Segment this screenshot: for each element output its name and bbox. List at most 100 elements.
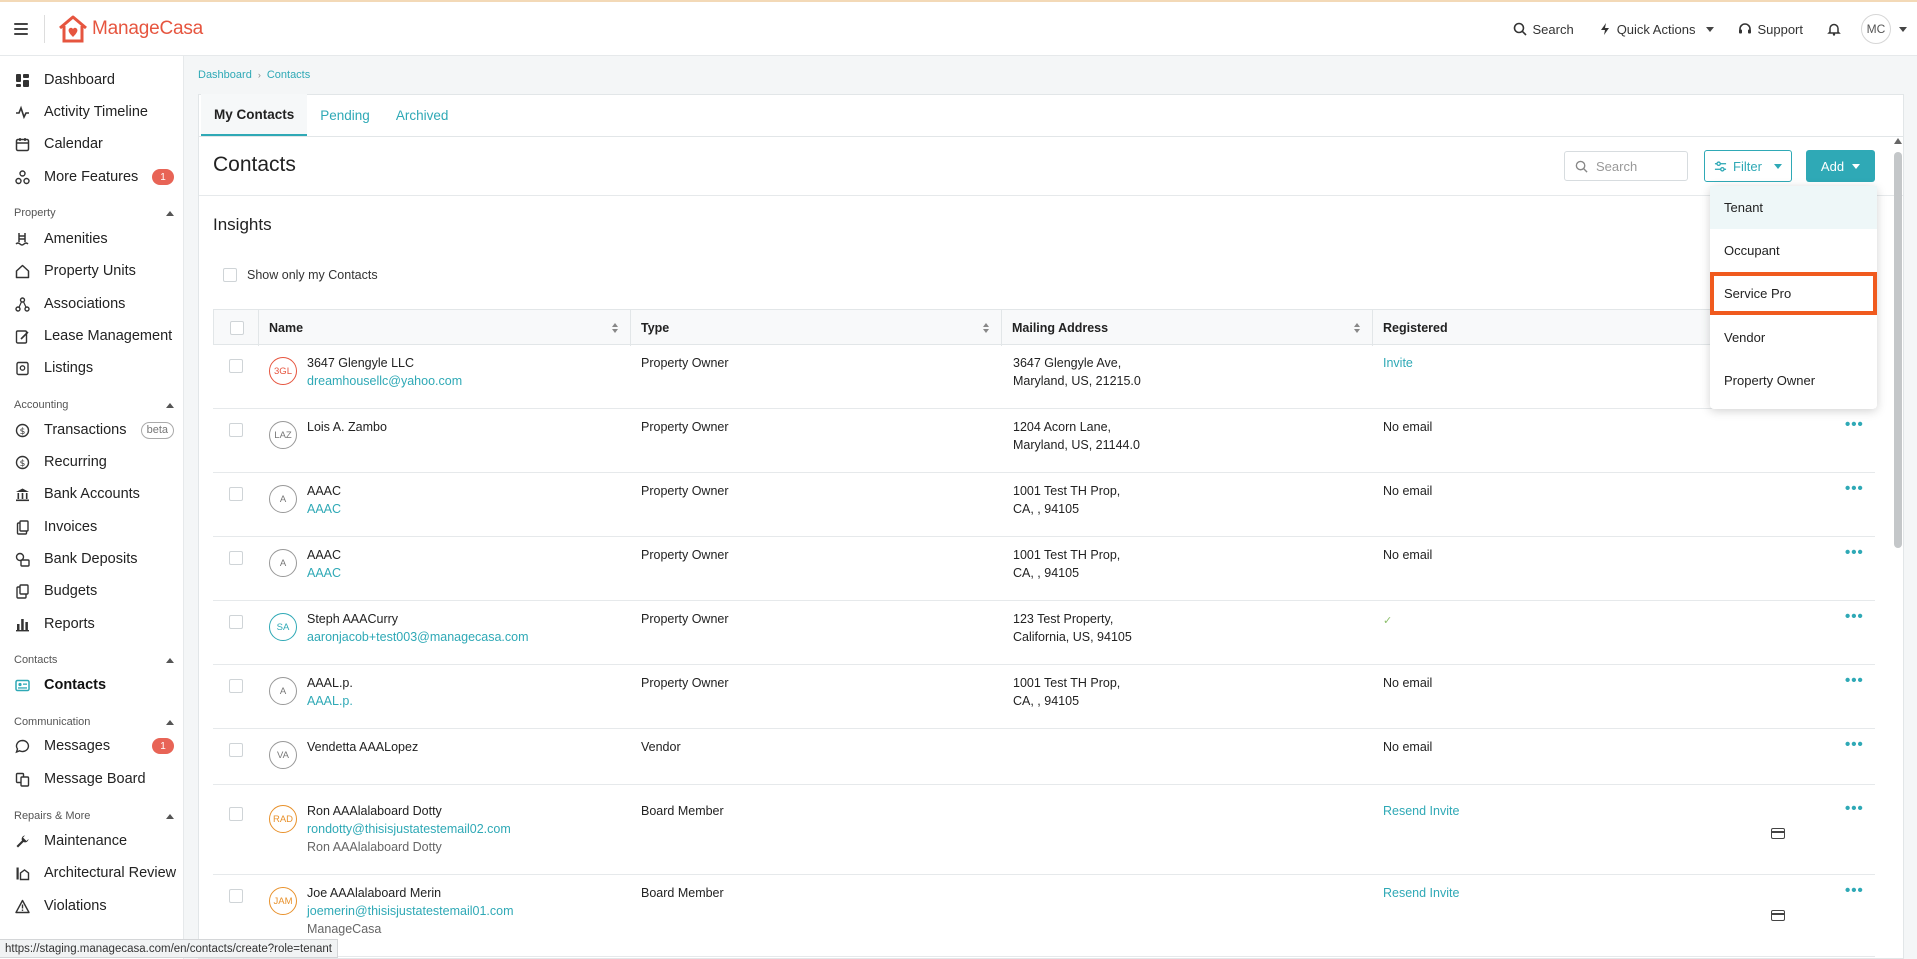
sidebar-section-communication[interactable]: Communication [14, 716, 174, 728]
sidebar-item-maintenance[interactable]: Maintenance [0, 827, 184, 855]
row-actions-icon[interactable]: ••• [1845, 736, 1864, 753]
sidebar-item-property-units[interactable]: Property Units [0, 257, 184, 285]
sidebar-item-violations[interactable]: Violations [0, 892, 184, 920]
row-actions-icon[interactable]: ••• [1845, 416, 1864, 433]
sidebar-item-messages[interactable]: Messages 1 [0, 732, 184, 760]
row-actions-icon[interactable]: ••• [1845, 544, 1864, 561]
select-all-checkbox[interactable] [230, 321, 244, 335]
contact-name[interactable]: Joe AAAlalaboard Merin [307, 884, 514, 902]
contact-name[interactable]: Vendetta AAALopez [307, 738, 418, 756]
menu-item-service-pro[interactable]: Service Pro [1710, 272, 1877, 315]
menu-item-property-owner[interactable]: Property Owner [1710, 359, 1877, 402]
table-row[interactable]: SA Steph AAACurry aaronjacob+test003@manag… [213, 601, 1875, 665]
row-checkbox[interactable] [229, 679, 243, 693]
search-input[interactable] [1596, 158, 1676, 174]
menu-item-vendor[interactable]: Vendor [1710, 316, 1877, 359]
breadcrumb-dashboard[interactable]: Dashboard [198, 69, 252, 81]
row-actions-icon[interactable]: ••• [1845, 672, 1864, 689]
search-link[interactable]: Search [1513, 22, 1574, 37]
house-logo-icon [59, 15, 87, 42]
table-row[interactable]: VA Vendetta AAALopez Vendor No email ••• [213, 729, 1875, 785]
tab-pending[interactable]: Pending [307, 94, 383, 136]
column-header-type[interactable]: Type [630, 310, 1001, 346]
row-checkbox[interactable] [229, 423, 243, 437]
row-checkbox[interactable] [229, 615, 243, 629]
avatar: VA [269, 741, 297, 769]
invite-link[interactable]: Resend Invite [1383, 802, 1459, 820]
table-row[interactable]: JAM Joe AAAlalaboard Merin joemerin@thisis… [213, 875, 1875, 957]
sidebar-item-lease-management[interactable]: Lease Management [0, 322, 184, 350]
scroll-up-arrow[interactable] [1894, 138, 1902, 144]
table-row[interactable]: RAD Ron AAAlalaboard Dotty rondotty@thisis… [213, 793, 1875, 875]
contact-name[interactable]: AAAC [307, 482, 341, 500]
notifications-button[interactable] [1827, 22, 1841, 36]
column-header-name[interactable]: Name [258, 310, 630, 346]
scrollbar-thumb[interactable] [1894, 152, 1902, 548]
user-avatar[interactable]: MC [1861, 14, 1891, 44]
table-row[interactable]: LAZ Lois A. Zambo Property Owner 1204 Acorn… [213, 409, 1875, 473]
sidebar-item-recurring[interactable]: $ Recurring [0, 448, 184, 476]
sidebar-item-dashboard[interactable]: Dashboard [0, 66, 184, 94]
sidebar-section-repairs[interactable]: Repairs & More [14, 810, 174, 822]
sidebar-item-activity-timeline[interactable]: Activity Timeline [0, 98, 184, 126]
sidebar-section-property[interactable]: Property [14, 207, 174, 219]
invite-link[interactable]: Invite [1383, 354, 1413, 372]
row-actions-icon[interactable]: ••• [1845, 480, 1864, 497]
sidebar-item-bank-accounts[interactable]: Bank Accounts [0, 480, 184, 508]
row-checkbox[interactable] [229, 359, 243, 373]
contact-name[interactable]: Lois A. Zambo [307, 418, 387, 436]
table-row[interactable]: A AAAC AAAC Property Owner 1001 Test TH Prop… [213, 473, 1875, 537]
table-row[interactable]: A AAAC AAAC Property Owner 1001 Test TH Prop… [213, 537, 1875, 601]
quick-actions-button[interactable]: Quick Actions [1598, 22, 1715, 37]
row-checkbox[interactable] [229, 889, 243, 903]
contact-name[interactable]: 3647 Glengyle LLC [307, 354, 462, 372]
breadcrumb-contacts[interactable]: Contacts [267, 69, 310, 81]
filter-button[interactable]: Filter [1704, 150, 1792, 182]
search-input-wrapper[interactable] [1564, 151, 1688, 181]
contact-name[interactable]: Ron AAAlalaboard Dotty [307, 802, 511, 820]
table-row[interactable]: A AAAL.p. AAAL.p. Property Owner 1001 Test T… [213, 665, 1875, 729]
sidebar-item-listings[interactable]: Listings [0, 354, 184, 382]
row-actions-icon[interactable]: ••• [1845, 882, 1864, 899]
card-icon[interactable] [1771, 910, 1785, 921]
sidebar-item-more-features[interactable]: More Features 1 [0, 163, 184, 191]
sidebar-section-contacts[interactable]: Contacts [14, 654, 174, 666]
tab-archived[interactable]: Archived [383, 94, 462, 136]
add-button[interactable]: Add [1806, 150, 1875, 182]
contact-name[interactable]: AAAC [307, 546, 341, 564]
show-only-checkbox[interactable] [223, 268, 237, 282]
contact-name[interactable]: AAAL.p. [307, 674, 353, 692]
row-checkbox[interactable] [229, 807, 243, 821]
menu-item-tenant[interactable]: Tenant [1710, 186, 1877, 229]
sidebar-item-message-board[interactable]: Message Board [0, 765, 184, 793]
sidebar-item-bank-deposits[interactable]: Bank Deposits [0, 545, 184, 573]
sidebar-item-architectural-review[interactable]: Architectural Review [0, 859, 184, 887]
sidebar-item-amenities[interactable]: Amenities [0, 225, 184, 253]
column-header-mailing-address[interactable]: Mailing Address [1001, 310, 1372, 346]
menu-item-occupant[interactable]: Occupant [1710, 229, 1877, 272]
contact-type: Property Owner [641, 676, 729, 690]
sidebar-item-associations[interactable]: Associations [0, 290, 184, 318]
sidebar-item-calendar[interactable]: Calendar [0, 130, 184, 158]
row-checkbox[interactable] [229, 487, 243, 501]
sidebar-item-budgets[interactable]: Budgets [0, 577, 184, 605]
sidebar-item-contacts[interactable]: Contacts [0, 671, 184, 699]
logo[interactable]: ManageCasa [57, 14, 203, 44]
sidebar-item-transactions[interactable]: $ Transactions beta [0, 416, 184, 444]
row-actions-icon[interactable]: ••• [1845, 800, 1864, 817]
tab-my-contacts[interactable]: My Contacts [201, 94, 308, 136]
table-row[interactable]: 3GL 3647 Glengyle LLC dreamhousellc@yahoo.… [213, 345, 1875, 409]
show-only-mine-toggle[interactable]: Show only my Contacts [223, 268, 378, 282]
invite-link[interactable]: Resend Invite [1383, 884, 1459, 902]
menu-icon[interactable] [14, 22, 28, 35]
row-checkbox[interactable] [229, 743, 243, 757]
support-link[interactable]: Support [1738, 22, 1803, 37]
contact-name[interactable]: Steph AAACurry [307, 610, 529, 628]
sidebar-section-accounting[interactable]: Accounting [14, 399, 174, 411]
row-checkbox[interactable] [229, 551, 243, 565]
sidebar-item-reports[interactable]: Reports [0, 610, 184, 638]
card-icon[interactable] [1771, 828, 1785, 839]
sidebar-item-invoices[interactable]: Invoices [0, 513, 184, 541]
chevron-down-icon[interactable] [1899, 26, 1907, 32]
row-actions-icon[interactable]: ••• [1845, 608, 1864, 625]
